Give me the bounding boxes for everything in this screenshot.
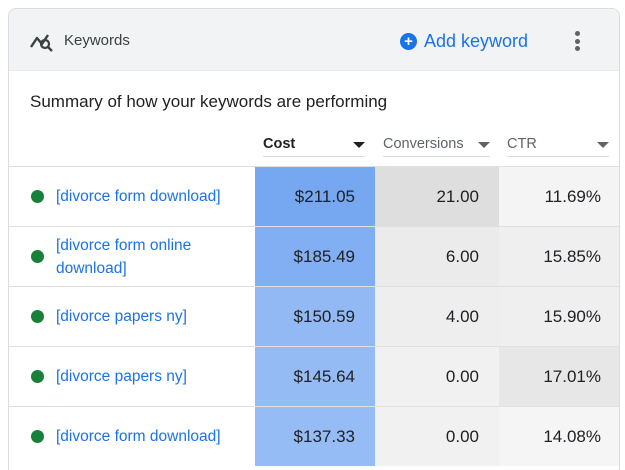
table-row: [divorce papers ny] $145.64 0.00 17.01% xyxy=(9,346,619,406)
ctr-cell: 17.01% xyxy=(499,347,619,406)
conversions-cell: 0.00 xyxy=(375,347,499,406)
ctr-cell: 15.85% xyxy=(499,227,619,286)
more-options-icon[interactable] xyxy=(575,31,581,51)
column-header-cost[interactable]: Cost xyxy=(263,135,365,157)
status-dot-icon xyxy=(31,190,44,203)
keyword-link[interactable]: [divorce papers ny] xyxy=(56,347,246,406)
sort-dropdown-icon xyxy=(353,142,365,148)
conversions-cell: 6.00 xyxy=(375,227,499,286)
card-header: Keywords + Add keyword xyxy=(9,9,619,71)
conversions-cell: 21.00 xyxy=(375,167,499,226)
status-dot-icon xyxy=(31,250,44,263)
column-label-cost: Cost xyxy=(263,136,296,152)
sort-dropdown-icon xyxy=(478,142,490,148)
summary-heading: Summary of how your keywords are perform… xyxy=(30,92,388,111)
table-row: [divorce form download] $137.33 0.00 14.… xyxy=(9,406,619,466)
keyword-link[interactable]: [divorce form online download] xyxy=(56,227,246,286)
keyword-table: [divorce form download] $211.05 21.00 11… xyxy=(9,166,619,466)
add-circle-icon: + xyxy=(400,32,417,50)
ctr-cell: 11.69% xyxy=(499,167,619,226)
add-keyword-button[interactable]: + Add keyword xyxy=(400,29,528,53)
keyword-link[interactable]: [divorce form download] xyxy=(56,167,246,226)
sort-dropdown-icon xyxy=(597,142,609,148)
ctr-cell: 14.08% xyxy=(499,407,619,466)
cost-cell: $150.59 xyxy=(255,287,375,346)
keyword-link[interactable]: [divorce form download] xyxy=(56,407,246,466)
cost-cell: $185.49 xyxy=(255,227,375,286)
cost-cell: $137.33 xyxy=(255,407,375,466)
conversions-cell: 0.00 xyxy=(375,407,499,466)
column-label-ctr: CTR xyxy=(507,136,537,152)
keyword-trend-icon xyxy=(30,34,53,52)
conversions-cell: 4.00 xyxy=(375,287,499,346)
table-row: [divorce papers ny] $150.59 4.00 15.90% xyxy=(9,286,619,346)
table-row: [divorce form online download] $185.49 6… xyxy=(9,226,619,286)
ctr-cell: 15.90% xyxy=(499,287,619,346)
keyword-link[interactable]: [divorce papers ny] xyxy=(56,287,246,346)
status-dot-icon xyxy=(31,370,44,383)
status-dot-icon xyxy=(31,430,44,443)
table-row: [divorce form download] $211.05 21.00 11… xyxy=(9,166,619,226)
column-label-conversions: Conversions xyxy=(383,136,464,152)
cost-cell: $211.05 xyxy=(255,167,375,226)
column-header-conversions[interactable]: Conversions xyxy=(383,135,490,157)
card-title: Keywords xyxy=(64,32,130,49)
status-dot-icon xyxy=(31,310,44,323)
add-keyword-label: Add keyword xyxy=(424,30,529,51)
cost-cell: $145.64 xyxy=(255,347,375,406)
keywords-card: Keywords + Add keyword Summary of how yo… xyxy=(8,8,620,470)
column-header-ctr[interactable]: CTR xyxy=(507,135,609,157)
